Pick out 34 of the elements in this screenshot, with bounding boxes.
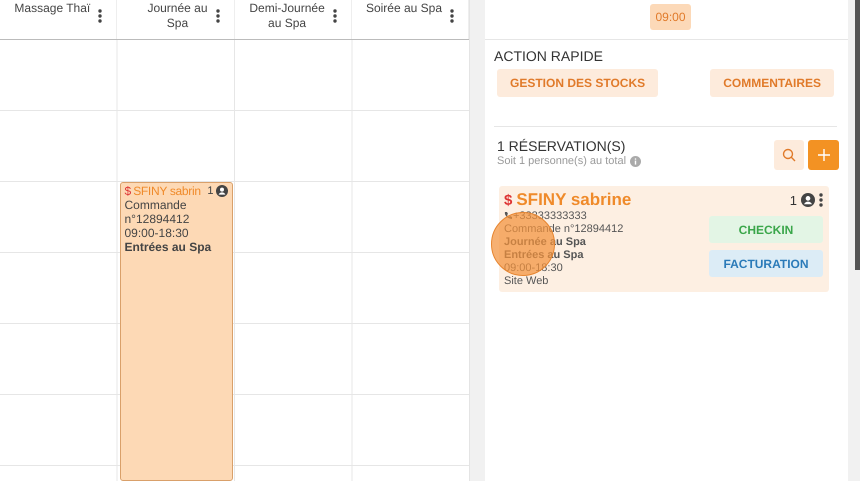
currency-icon: $ [504,192,512,208]
person-icon [216,185,228,197]
more-icon[interactable] [450,9,454,23]
detail-text: n°12894412 [124,212,190,226]
more-icon[interactable] [819,193,823,207]
column-header: Soirée au Spa [366,1,442,16]
quick-action-button[interactable]: COMMENTAIRES [710,69,834,97]
time-chip: 09:00 [650,4,691,30]
column-header: Journée au Spa [147,1,208,31]
booking-block[interactable]: $ SFINY sabrin 1 Commande n°12894412 09:00-18:30 Entrées au Spa [120,182,232,481]
reservations-title: 1 RÉSERVATION(S) [497,138,626,154]
more-icon[interactable] [216,9,220,23]
currency-icon: $ [124,184,132,198]
billing-button[interactable]: FACTURATION [709,250,823,277]
guest-count: 1 [790,192,797,208]
more-icon[interactable] [332,9,337,23]
column-header: Massage Thaï [14,1,90,16]
customer-name: SFINY sabrin [133,184,202,198]
checkin-button[interactable]: CHECKIN [709,216,823,243]
detail-text: 09:00-18:30 [124,226,190,240]
reservations-summary: Soit 1 personne(s) au total [497,155,626,167]
quick-action-button[interactable]: GESTION DES STOCKS [497,69,658,97]
guest-count: 1 [207,184,214,198]
section-title: ACTION RAPIDE [494,48,604,64]
customer-name: SFINY sabrine [516,190,632,210]
person-icon [801,193,815,207]
search-icon [782,148,796,162]
detail-text: Commande [124,198,188,212]
more-icon[interactable] [98,9,102,23]
plus-icon [816,148,830,162]
detail-text: Site Web [504,275,550,288]
service-label: Entrées au Spa [124,240,212,254]
column-header: Demi-Journée au Spa [249,1,325,31]
search-button[interactable] [774,140,804,170]
